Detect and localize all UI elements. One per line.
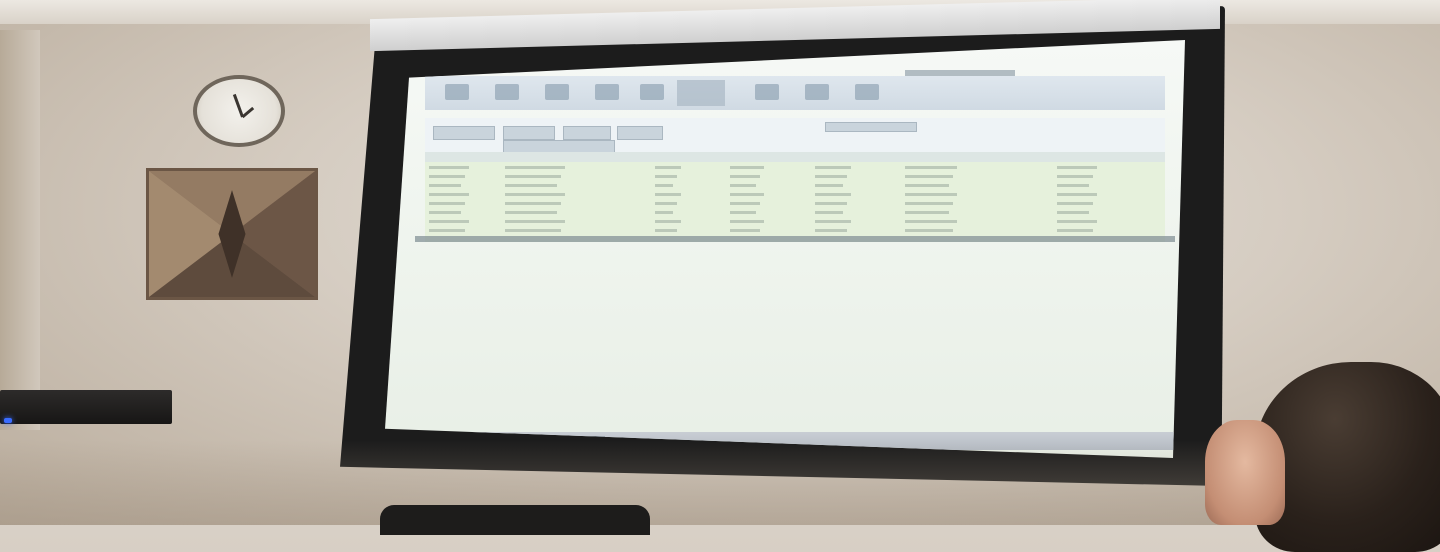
grid-header-row xyxy=(425,152,1165,162)
grid-cell-text xyxy=(655,193,681,196)
grid-cell-text xyxy=(905,211,949,214)
grid-cell-text xyxy=(905,220,957,223)
wall-corner xyxy=(0,30,40,430)
grid-cell-text xyxy=(815,220,851,223)
media-shelf xyxy=(0,390,172,424)
grid-cell-text xyxy=(1057,229,1093,232)
grid-cell-text xyxy=(505,175,561,178)
grid-cell-text xyxy=(429,220,469,223)
status-led xyxy=(4,418,12,423)
projected-application xyxy=(385,40,1185,458)
toolbar-button-icon xyxy=(755,84,779,100)
star-pattern-icon xyxy=(149,171,315,297)
chair xyxy=(380,505,650,535)
grid-cell-text xyxy=(730,166,764,169)
grid-cell-text xyxy=(905,229,953,232)
grid-cell-text xyxy=(655,166,681,169)
grid-cell-text xyxy=(655,229,677,232)
grid-cell-text xyxy=(505,193,565,196)
filter-field xyxy=(433,126,495,140)
toolbar-button-icon xyxy=(445,84,469,100)
grid-cell-text xyxy=(815,175,847,178)
grid-cell-text xyxy=(730,211,756,214)
grid-cell-text xyxy=(505,211,557,214)
grid-selected-row xyxy=(415,236,1175,242)
grid-cell-text xyxy=(1057,202,1093,205)
toolbar-button-icon xyxy=(495,84,519,100)
toolbar-button-icon xyxy=(595,84,619,100)
grid-cell-text xyxy=(1057,184,1089,187)
grid-cell-text xyxy=(429,184,461,187)
grid-cell-text xyxy=(905,202,953,205)
grid-cell-text xyxy=(655,184,673,187)
grid-cell-text xyxy=(1057,220,1097,223)
toolbar-button-icon xyxy=(805,84,829,100)
projected-window-title xyxy=(905,70,1015,76)
grid-cell-text xyxy=(655,220,681,223)
grid-cell-text xyxy=(730,193,764,196)
grid-cell-text xyxy=(815,229,847,232)
grid-cell-text xyxy=(429,211,461,214)
projected-ribbon-toolbar xyxy=(425,76,1165,110)
grid-cell-text xyxy=(905,175,953,178)
grid-cell-text xyxy=(730,184,756,187)
filter-field xyxy=(825,122,917,132)
grid-cell-text xyxy=(429,166,469,169)
toolbar-button-icon xyxy=(855,84,879,100)
grid-cell-text xyxy=(505,184,557,187)
grid-cell-text xyxy=(1057,175,1093,178)
grid-cell-text xyxy=(505,202,561,205)
grid-cell-text xyxy=(815,166,851,169)
grid-cell-text xyxy=(429,193,469,196)
wall-decor-panel xyxy=(146,168,318,300)
filter-field xyxy=(503,126,555,140)
toolbar-button-icon xyxy=(545,84,569,100)
filter-field xyxy=(563,126,611,140)
grid-cell-text xyxy=(730,175,760,178)
grid-cell-text xyxy=(429,175,465,178)
grid-cell-text xyxy=(1057,193,1097,196)
toolbar-button-icon xyxy=(640,84,664,100)
grid-cell-text xyxy=(905,166,957,169)
grid-cell-text xyxy=(655,202,677,205)
grid-cell-text xyxy=(905,184,949,187)
grid-cell-text xyxy=(505,220,565,223)
person-hand xyxy=(1205,420,1285,525)
grid-cell-text xyxy=(655,211,673,214)
grid-cell-text xyxy=(429,202,465,205)
toolbar-button-active xyxy=(677,80,725,106)
grid-cell-text xyxy=(730,220,764,223)
grid-cell-text xyxy=(505,166,565,169)
grid-cell-text xyxy=(1057,166,1097,169)
grid-cell-text xyxy=(815,202,847,205)
grid-cell-text xyxy=(505,229,561,232)
grid-cell-text xyxy=(815,211,843,214)
grid-cell-text xyxy=(815,193,851,196)
clock-minute-hand xyxy=(241,106,255,119)
grid-cell-text xyxy=(1057,211,1089,214)
grid-cell-text xyxy=(905,193,957,196)
wall-clock xyxy=(193,75,285,147)
grid-cell-text xyxy=(815,184,843,187)
grid-cell-text xyxy=(730,229,760,232)
filter-field xyxy=(617,126,663,140)
grid-cell-text xyxy=(429,229,465,232)
grid-cell-text xyxy=(730,202,760,205)
grid-cell-text xyxy=(655,175,677,178)
